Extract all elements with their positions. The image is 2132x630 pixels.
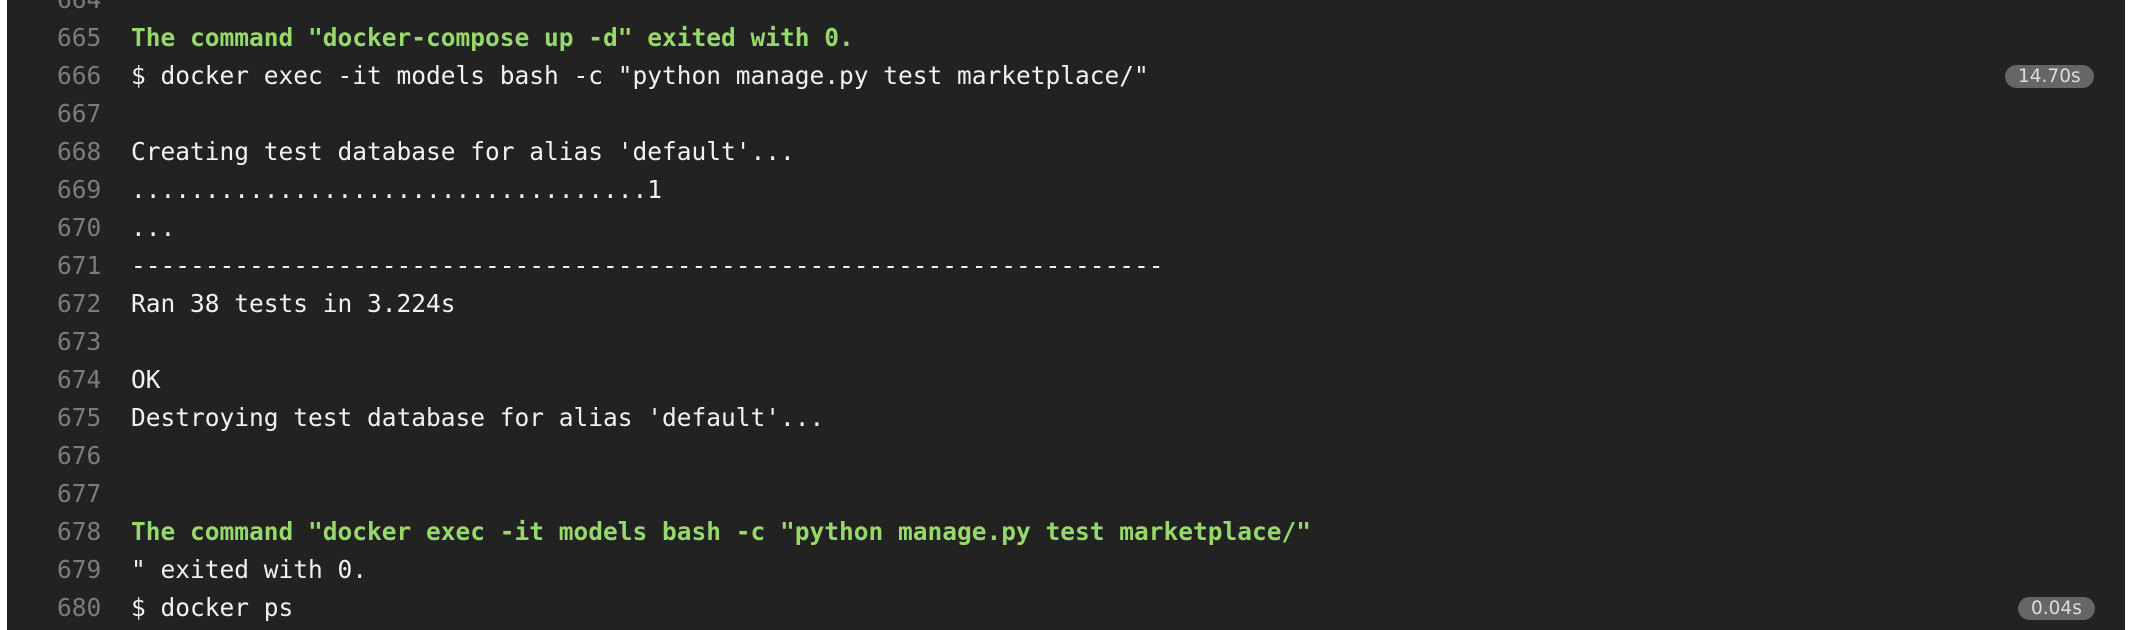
log-line[interactable]: 669 ...................................1 (7, 171, 2125, 209)
log-line[interactable]: 667 (7, 95, 2125, 133)
line-number[interactable]: 677 (57, 475, 101, 513)
line-number[interactable]: 665 (57, 19, 101, 57)
log-line[interactable]: 666 $ docker exec -it models bash -c "py… (7, 57, 2125, 95)
log-line[interactable]: 677 (7, 475, 2125, 513)
line-text: Destroying test database for alias 'defa… (131, 403, 825, 432)
line-text: ----------------------------------------… (131, 251, 1164, 280)
line-text: OK (131, 365, 161, 394)
line-number[interactable]: 668 (57, 133, 101, 171)
log-line[interactable]: 673 (7, 323, 2125, 361)
line-number[interactable]: 671 (57, 247, 101, 285)
duration-badge: 0.04s (2018, 597, 2095, 620)
line-number[interactable]: 675 (57, 399, 101, 437)
log-line[interactable]: 670 ... (7, 209, 2125, 247)
log-line[interactable]: 676 (7, 437, 2125, 475)
log-line[interactable]: 672 Ran 38 tests in 3.224s (7, 285, 2125, 323)
log-line[interactable]: 678 The command "docker exec -it models … (7, 513, 2125, 551)
log-line[interactable]: 680 $ docker ps 0.04s (7, 589, 2125, 627)
line-text: Creating test database for alias 'defaul… (131, 137, 795, 166)
line-number[interactable]: 672 (57, 285, 101, 323)
duration-badge: 14.70s (2005, 65, 2094, 88)
line-number[interactable]: 669 (57, 171, 101, 209)
log-line[interactable]: 668 Creating test database for alias 'de… (7, 133, 2125, 171)
log-line[interactable]: 665 The command "docker-compose up -d" e… (7, 19, 2125, 57)
log-line[interactable]: 675 Destroying test database for alias '… (7, 399, 2125, 437)
build-log-panel[interactable]: 664 665 The command "docker-compose up -… (7, 0, 2125, 630)
line-text: ...................................1 (131, 175, 663, 204)
line-number[interactable]: 678 (57, 513, 101, 551)
line-text: " exited with 0. (131, 555, 368, 584)
line-text: Ran 38 tests in 3.224s (131, 289, 456, 318)
line-number[interactable]: 679 (57, 551, 101, 589)
line-number[interactable]: 674 (57, 361, 101, 399)
line-number[interactable]: 666 (57, 57, 101, 95)
command-line: $ docker exec -it models bash -c "python… (131, 61, 1149, 90)
line-number[interactable]: 673 (57, 323, 101, 361)
log-line[interactable]: 664 (7, 0, 2125, 19)
line-number[interactable]: 680 (57, 589, 101, 627)
log-lines: 664 665 The command "docker-compose up -… (7, 0, 2125, 627)
line-number[interactable]: 664 (57, 0, 101, 19)
line-number[interactable]: 667 (57, 95, 101, 133)
line-number[interactable]: 676 (57, 437, 101, 475)
command-line: $ docker ps (131, 593, 294, 622)
line-text: ... (131, 213, 176, 242)
log-line[interactable]: 674 OK (7, 361, 2125, 399)
command-exit-status: The command "docker exec -it models bash… (131, 517, 1312, 546)
line-number[interactable]: 670 (57, 209, 101, 247)
log-line[interactable]: 679 " exited with 0. (7, 551, 2125, 589)
command-exit-status: The command "docker-compose up -d" exite… (131, 23, 854, 52)
log-line[interactable]: 671 ------------------------------------… (7, 247, 2125, 285)
